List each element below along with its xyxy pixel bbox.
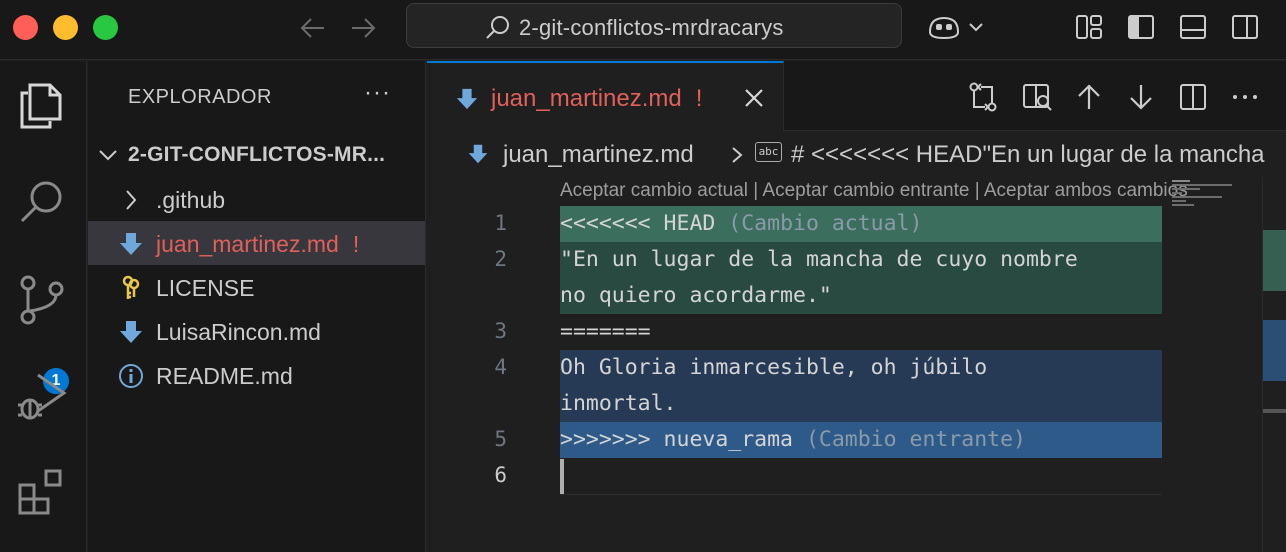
previous-conflict-icon[interactable] [1073, 81, 1105, 113]
open-changes-icon[interactable] [967, 81, 999, 113]
source-control-icon[interactable] [14, 271, 70, 327]
split-editor-icon[interactable] [1177, 81, 1209, 113]
conflict-separator-line[interactable]: ======= [560, 314, 1162, 350]
close-window-button[interactable] [13, 15, 38, 40]
line-number: 4 [494, 355, 507, 379]
open-preview-icon[interactable] [1021, 81, 1053, 113]
explorer-more-actions-button[interactable]: ··· [364, 79, 391, 107]
tab-juan-martinez[interactable]: juan_martinez.md! [427, 61, 784, 131]
line-number: 1 [494, 211, 507, 235]
search-icon[interactable] [14, 175, 70, 231]
workspace-folder-row[interactable]: 2-GIT-CONFLICTOS-MR... [88, 135, 425, 175]
merge-conflict-codelens[interactable]: Aceptar cambio actual | Aceptar cambio e… [560, 180, 1188, 202]
markdown-icon [468, 144, 488, 164]
current-change-marker-line[interactable]: <<<<<<< HEAD (Cambio actual) [560, 206, 1162, 242]
tree-item-label: LICENSE [156, 275, 255, 301]
incoming-change-label: (Cambio entrante) [793, 427, 1026, 452]
extensions-icon[interactable] [14, 463, 70, 519]
command-center-label: 2-git-conflictos-mrdracarys [519, 15, 784, 40]
tab-label: juan_martinez.md! [491, 85, 703, 112]
code-line-wrapped[interactable]: inmortal. [560, 386, 1162, 422]
toggle-primary-sidebar-icon[interactable] [1126, 12, 1156, 42]
more-actions-icon[interactable] [1229, 81, 1261, 113]
explorer-sidebar: EXPLORADOR ··· 2-GIT-CONFLICTOS-MR... .g… [88, 61, 426, 552]
copilot-icon[interactable] [926, 12, 986, 42]
breadcrumb-symbol[interactable]: # <<<<<<< HEAD"En un lugar de la mancha [791, 141, 1265, 169]
tree-item-readme[interactable]: README.md [88, 353, 425, 397]
chevron-down-icon [99, 150, 117, 161]
current-change-label: (Cambio actual) [715, 211, 923, 236]
customize-layout-icon[interactable] [1074, 12, 1104, 42]
tree-item-label: README.md [156, 363, 293, 389]
conflict-status-badge: ! [352, 231, 360, 257]
line-number: 5 [494, 427, 507, 451]
forward-arrow-icon[interactable] [346, 12, 380, 44]
conflict-status-badge: ! [695, 85, 703, 112]
line-number: 3 [494, 319, 507, 343]
string-symbol-icon: abc [755, 142, 782, 162]
current-change-scroll-marker [1263, 230, 1286, 291]
tree-item-label: .github [156, 187, 226, 213]
markdown-icon [120, 233, 142, 255]
explorer-title: EXPLORADOR [128, 86, 272, 108]
license-key-icon [122, 275, 140, 299]
chevron-right-icon [126, 190, 137, 210]
chevron-right-icon [732, 147, 743, 163]
code-line-wrapped[interactable]: no quiero acordarme." [560, 278, 1162, 314]
tree-item-github[interactable]: .github [88, 177, 425, 221]
back-arrow-icon[interactable] [296, 12, 330, 44]
activity-bar: 1 [0, 61, 87, 552]
text-cursor [560, 459, 564, 494]
minimap[interactable] [1170, 177, 1260, 237]
minimize-window-button[interactable] [53, 15, 78, 40]
code-editor[interactable]: Aceptar cambio actual | Aceptar cambio e… [427, 177, 1286, 552]
close-icon[interactable] [743, 87, 765, 109]
info-icon [119, 364, 143, 388]
workspace-folder-name: 2-GIT-CONFLICTOS-MR... [128, 143, 386, 166]
next-conflict-icon[interactable] [1125, 81, 1157, 113]
toggle-secondary-sidebar-icon[interactable] [1230, 12, 1260, 42]
code-line[interactable]: "En un lugar de la mancha de cuyo nombre [560, 242, 1162, 278]
code-line[interactable]: Oh Gloria inmarcesible, oh júbilo [560, 350, 1162, 386]
incoming-change-scroll-marker [1263, 320, 1286, 381]
tree-item-label: juan_martinez.md! [156, 231, 360, 257]
tree-item-juan-martinez[interactable]: juan_martinez.md! [88, 221, 425, 265]
search-icon [486, 16, 509, 39]
toggle-panel-icon[interactable] [1178, 12, 1208, 42]
run-and-debug-icon[interactable] [14, 367, 70, 423]
editor-tab-bar: juan_martinez.md! [427, 61, 1286, 131]
markdown-icon [120, 321, 142, 343]
maximize-window-button[interactable] [93, 15, 118, 40]
incoming-change-marker-line[interactable]: >>>>>>> nueva_rama (Cambio entrante) [560, 422, 1162, 458]
breadcrumb-file[interactable]: juan_martinez.md [503, 141, 694, 169]
breadcrumb: juan_martinez.md abc # <<<<<<< HEAD"En u… [427, 131, 1286, 177]
vertical-scrollbar[interactable] [1262, 177, 1286, 552]
command-center-search[interactable]: 2-git-conflictos-mrdracarys [406, 3, 902, 48]
tree-item-label: LuisaRincon.md [156, 319, 321, 345]
explorer-files-icon[interactable] [14, 77, 70, 133]
tree-item-luisarincon[interactable]: LuisaRincon.md [88, 309, 425, 353]
markdown-icon [456, 88, 478, 110]
line-number: 2 [494, 247, 507, 271]
scroll-position-marker [1263, 409, 1286, 413]
line-number: 6 [494, 463, 507, 487]
title-bar: 2-git-conflictos-mrdracarys [0, 0, 1286, 60]
current-line-highlight [560, 459, 1162, 495]
tree-item-license[interactable]: LICENSE [88, 265, 425, 309]
